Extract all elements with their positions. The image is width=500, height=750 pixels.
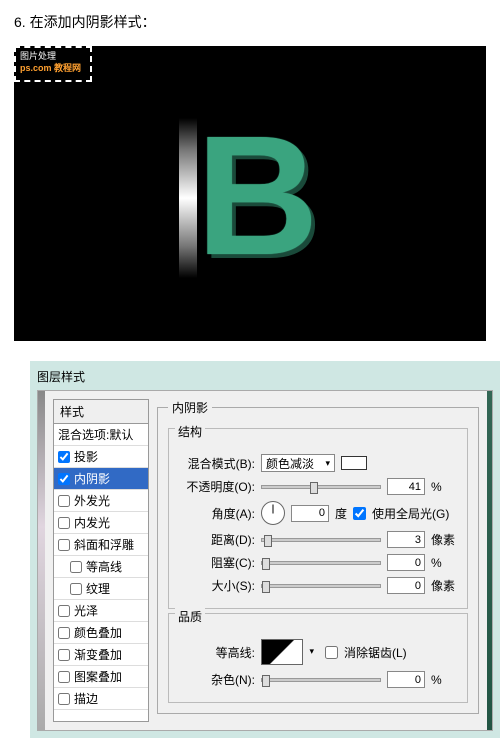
opacity-label: 不透明度(O):: [177, 478, 255, 495]
gradient-bar: [179, 118, 197, 278]
style-row[interactable]: 投影: [54, 446, 148, 468]
layer-style-dialog: 样式 混合选项:默认投影内阴影外发光内发光斜面和浮雕等高线纹理光泽颜色叠加渐变叠…: [37, 390, 493, 731]
style-checkbox[interactable]: [58, 649, 70, 661]
watermark-line-2: ps.com 教程网: [20, 63, 86, 75]
inner-shadow-panel: 内阴影 结构 混合模式(B): 颜色减淡 ▾ 不透明度(O): [157, 399, 479, 722]
size-label: 大小(S):: [177, 577, 255, 594]
choke-input[interactable]: [387, 554, 425, 571]
style-checkbox[interactable]: [70, 583, 82, 595]
distance-label: 距离(D):: [177, 531, 255, 548]
dialog-title: 图层样式: [37, 368, 493, 390]
percent-unit-2: %: [431, 556, 459, 570]
styles-panel: 样式 混合选项:默认投影内阴影外发光内发光斜面和浮雕等高线纹理光泽颜色叠加渐变叠…: [53, 399, 149, 722]
global-light-checkbox[interactable]: [353, 507, 366, 520]
step-title: 6. 在添加内阴影样式：: [14, 12, 486, 32]
style-label: 内发光: [74, 514, 110, 531]
style-label: 投影: [74, 448, 98, 465]
panel-title: 内阴影: [168, 399, 212, 416]
style-checkbox[interactable]: [58, 451, 70, 463]
styles-panel-header: 样式: [54, 400, 148, 424]
watermark-line-1: 图片处理: [20, 51, 86, 63]
opacity-slider[interactable]: [261, 485, 381, 489]
watermark: 图片处理 ps.com 教程网: [14, 46, 92, 82]
angle-input[interactable]: [291, 505, 329, 522]
chevron-down-icon: ▾: [325, 458, 330, 469]
style-checkbox[interactable]: [58, 605, 70, 617]
choke-label: 阻塞(C):: [177, 554, 255, 571]
contour-label: 等高线:: [177, 644, 255, 661]
px-unit-2: 像素: [431, 577, 459, 594]
percent-unit-3: %: [431, 673, 459, 687]
style-checkbox[interactable]: [58, 693, 70, 705]
blend-mode-select[interactable]: 颜色减淡 ▾: [261, 454, 335, 472]
angle-label: 角度(A):: [177, 505, 255, 522]
style-label: 光泽: [74, 602, 98, 619]
angle-dial[interactable]: [261, 501, 285, 525]
style-row[interactable]: 光泽: [54, 600, 148, 622]
px-unit: 像素: [431, 531, 459, 548]
noise-label: 杂色(N):: [177, 671, 255, 688]
global-light-label: 使用全局光(G): [372, 505, 449, 522]
chevron-down-icon: ▾: [309, 646, 314, 657]
size-input[interactable]: [387, 577, 425, 594]
style-row[interactable]: 纹理: [54, 578, 148, 600]
style-row[interactable]: 内发光: [54, 512, 148, 534]
blend-mode-label: 混合模式(B):: [177, 455, 255, 472]
antialias-label: 消除锯齿(L): [344, 644, 407, 661]
style-row[interactable]: 颜色叠加: [54, 622, 148, 644]
styles-list: 混合选项:默认投影内阴影外发光内发光斜面和浮雕等高线纹理光泽颜色叠加渐变叠加图案…: [54, 424, 148, 710]
inner-shadow-fieldset: 内阴影 结构 混合模式(B): 颜色减淡 ▾ 不透明度(O): [157, 399, 479, 714]
style-label: 纹理: [86, 580, 110, 597]
style-row[interactable]: 图案叠加: [54, 666, 148, 688]
style-label: 外发光: [74, 492, 110, 509]
style-label: 等高线: [86, 558, 122, 575]
style-row[interactable]: 斜面和浮雕: [54, 534, 148, 556]
style-row[interactable]: 内阴影: [54, 468, 148, 490]
distance-input[interactable]: [387, 531, 425, 548]
choke-slider[interactable]: [261, 561, 381, 565]
color-swatch[interactable]: [341, 456, 367, 470]
style-checkbox[interactable]: [58, 539, 70, 551]
opacity-input[interactable]: [387, 478, 425, 495]
style-checkbox[interactable]: [70, 561, 82, 573]
style-label: 内阴影: [74, 470, 110, 487]
preview-image: 图片处理 ps.com 教程网 B: [14, 46, 486, 341]
style-checkbox[interactable]: [58, 671, 70, 683]
style-label: 颜色叠加: [74, 624, 122, 641]
style-row[interactable]: 描边: [54, 688, 148, 710]
style-label: 混合选项:默认: [58, 426, 133, 443]
percent-unit: %: [431, 480, 459, 494]
contour-picker[interactable]: ▾: [261, 639, 303, 665]
style-row[interactable]: 外发光: [54, 490, 148, 512]
style-label: 斜面和浮雕: [74, 536, 134, 553]
size-slider[interactable]: [261, 584, 381, 588]
style-checkbox[interactable]: [58, 473, 70, 485]
style-row[interactable]: 渐变叠加: [54, 644, 148, 666]
dialog-bg-left: [38, 391, 45, 730]
angle-unit: 度: [335, 505, 347, 522]
structure-title: 结构: [175, 423, 205, 440]
style-checkbox[interactable]: [58, 495, 70, 507]
style-checkbox[interactable]: [58, 627, 70, 639]
quality-group: 品质 等高线: ▾ 消除锯齿(L) 杂色(N): %: [168, 613, 468, 703]
style-label: 描边: [74, 690, 98, 707]
layer-style-dialog-chrome: 图层样式 样式 混合选项:默认投影内阴影外发光内发光斜面和浮雕等高线纹理光泽颜色…: [30, 361, 500, 738]
dialog-bg-right: [487, 391, 492, 730]
noise-input[interactable]: [387, 671, 425, 688]
structure-group: 结构 混合模式(B): 颜色减淡 ▾ 不透明度(O):: [168, 428, 468, 609]
style-row[interactable]: 等高线: [54, 556, 148, 578]
letter-b: B: [196, 111, 319, 281]
noise-slider[interactable]: [261, 678, 381, 682]
style-row[interactable]: 混合选项:默认: [54, 424, 148, 446]
blend-mode-value: 颜色减淡: [266, 455, 314, 472]
style-label: 图案叠加: [74, 668, 122, 685]
distance-slider[interactable]: [261, 538, 381, 542]
style-checkbox[interactable]: [58, 517, 70, 529]
style-label: 渐变叠加: [74, 646, 122, 663]
quality-title: 品质: [175, 608, 205, 625]
antialias-checkbox[interactable]: [325, 646, 338, 659]
